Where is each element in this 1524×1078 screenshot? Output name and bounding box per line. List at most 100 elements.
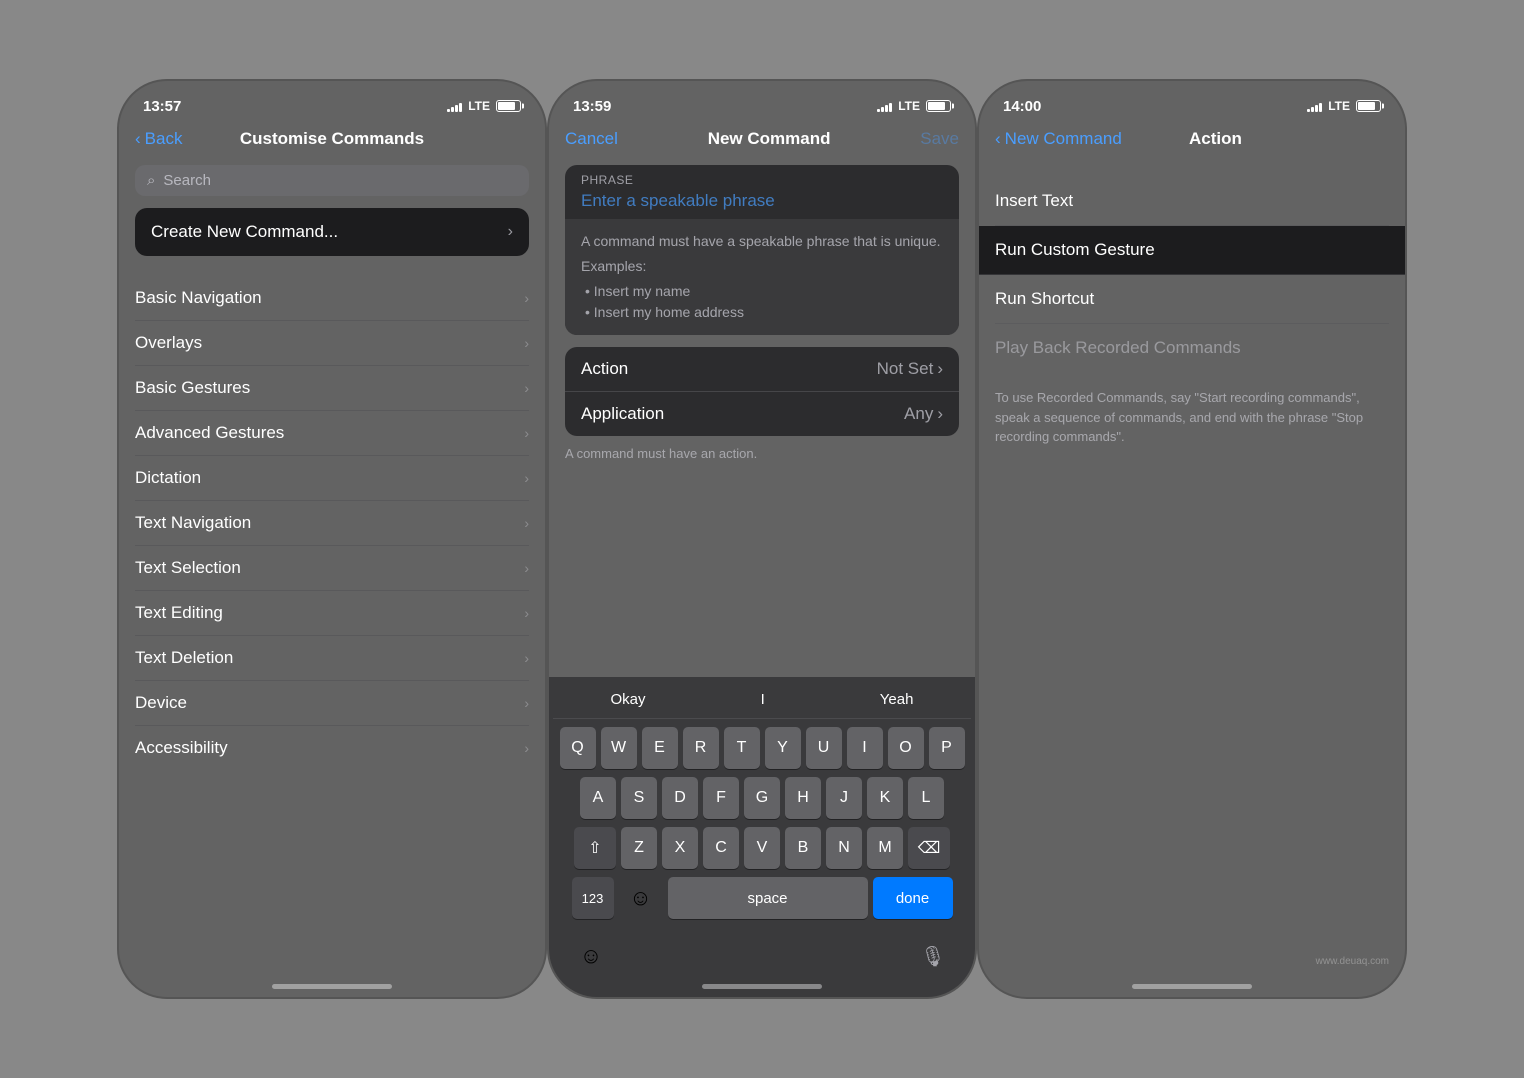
key-i[interactable]: I bbox=[847, 727, 883, 769]
key-numbers[interactable]: 123 bbox=[572, 877, 614, 919]
back-button-3[interactable]: ‹ New Command bbox=[995, 129, 1122, 149]
list-item-advanced-gestures[interactable]: Advanced Gestures › bbox=[135, 411, 529, 456]
status-icons-1: LTE bbox=[447, 99, 521, 113]
key-n[interactable]: N bbox=[826, 827, 862, 869]
nav-title-1: Customise Commands bbox=[240, 129, 424, 149]
list-item-dictation[interactable]: Dictation › bbox=[135, 456, 529, 501]
keyboard: Okay I Yeah Q W E R T Y U I O P A S D F bbox=[549, 677, 975, 997]
action-item-run-shortcut-label: Run Shortcut bbox=[995, 289, 1094, 308]
phrase-input-placeholder: Enter a speakable phrase bbox=[581, 191, 775, 210]
key-emoji[interactable]: ☺ bbox=[619, 877, 663, 919]
key-x[interactable]: X bbox=[662, 827, 698, 869]
key-d[interactable]: D bbox=[662, 777, 698, 819]
mic-icon[interactable]: 🎙 bbox=[911, 935, 955, 977]
key-j[interactable]: J bbox=[826, 777, 862, 819]
phrase-label: PHRASE bbox=[565, 165, 959, 191]
nav-bar-1: ‹ Back Customise Commands bbox=[119, 125, 545, 157]
key-y[interactable]: Y bbox=[765, 727, 801, 769]
key-v[interactable]: V bbox=[744, 827, 780, 869]
action-error-message: A command must have an action. bbox=[565, 438, 959, 461]
suggestion-i[interactable]: I bbox=[761, 691, 765, 708]
list-item-basic-gestures[interactable]: Basic Gestures › bbox=[135, 366, 529, 411]
list-label-basic-navigation: Basic Navigation bbox=[135, 288, 262, 308]
key-m[interactable]: M bbox=[867, 827, 903, 869]
action-item-insert-text-label: Insert Text bbox=[995, 191, 1073, 210]
action-value-text: Not Set bbox=[877, 359, 934, 379]
action-item-insert-text[interactable]: Insert Text bbox=[995, 177, 1389, 226]
back-label-1: Back bbox=[145, 129, 183, 149]
list-item-text-deletion[interactable]: Text Deletion › bbox=[135, 636, 529, 681]
home-indicator-3 bbox=[1132, 984, 1252, 989]
list-chevron-text-selection: › bbox=[524, 560, 529, 576]
key-z[interactable]: Z bbox=[621, 827, 657, 869]
list-item-text-selection[interactable]: Text Selection › bbox=[135, 546, 529, 591]
key-h[interactable]: H bbox=[785, 777, 821, 819]
list-item-overlays[interactable]: Overlays › bbox=[135, 321, 529, 366]
key-g[interactable]: G bbox=[744, 777, 780, 819]
key-o[interactable]: O bbox=[888, 727, 924, 769]
phrase-input[interactable]: Enter a speakable phrase bbox=[565, 191, 959, 219]
key-r[interactable]: R bbox=[683, 727, 719, 769]
list-item-text-editing[interactable]: Text Editing › bbox=[135, 591, 529, 636]
action-item-run-custom-gesture[interactable]: Run Custom Gesture bbox=[979, 226, 1405, 275]
back-chevron-3: ‹ bbox=[995, 129, 1001, 149]
battery-icon-1 bbox=[496, 100, 521, 112]
nav-title-2: New Command bbox=[708, 129, 831, 149]
back-button-1[interactable]: ‹ Back bbox=[135, 129, 182, 149]
list-label-text-deletion: Text Deletion bbox=[135, 648, 233, 668]
key-u[interactable]: U bbox=[806, 727, 842, 769]
list-item-text-navigation[interactable]: Text Navigation › bbox=[135, 501, 529, 546]
signal-icon-2 bbox=[877, 101, 892, 112]
key-k[interactable]: K bbox=[867, 777, 903, 819]
action-item-playback[interactable]: Play Back Recorded Commands bbox=[995, 324, 1389, 372]
phone-2: 13:59 LTE Cancel New Command Save PHRASE bbox=[547, 79, 977, 999]
status-bar-1: 13:57 LTE bbox=[119, 81, 545, 125]
key-c[interactable]: C bbox=[703, 827, 739, 869]
list-label-text-editing: Text Editing bbox=[135, 603, 223, 623]
suggestion-okay[interactable]: Okay bbox=[611, 691, 646, 708]
action-item-run-shortcut[interactable]: Run Shortcut bbox=[995, 275, 1389, 324]
key-done[interactable]: done bbox=[873, 877, 953, 919]
create-command-button[interactable]: Create New Command... › bbox=[135, 208, 529, 256]
key-shift[interactable]: ⇧ bbox=[574, 827, 616, 869]
key-b[interactable]: B bbox=[785, 827, 821, 869]
save-button[interactable]: Save bbox=[920, 129, 959, 149]
key-p[interactable]: P bbox=[929, 727, 965, 769]
list-item-device[interactable]: Device › bbox=[135, 681, 529, 726]
key-delete[interactable]: ⌫ bbox=[908, 827, 950, 869]
back-label-3: New Command bbox=[1005, 129, 1122, 149]
list-label-device: Device bbox=[135, 693, 187, 713]
key-f[interactable]: F bbox=[703, 777, 739, 819]
application-label: Application bbox=[581, 404, 664, 424]
lte-label-1: LTE bbox=[468, 99, 490, 113]
action-list-3: Insert Text Run Custom Gesture Run Short… bbox=[979, 177, 1405, 372]
application-row-inner[interactable]: Application Any › bbox=[565, 392, 959, 436]
list-label-dictation: Dictation bbox=[135, 468, 201, 488]
action-description: To use Recorded Commands, say "Start rec… bbox=[979, 372, 1405, 463]
key-e[interactable]: E bbox=[642, 727, 678, 769]
list-chevron-text-navigation: › bbox=[524, 515, 529, 531]
key-space[interactable]: space bbox=[668, 877, 868, 919]
status-bar-3: 14:00 LTE bbox=[979, 81, 1405, 125]
key-t[interactable]: T bbox=[724, 727, 760, 769]
back-chevron-1: ‹ bbox=[135, 129, 141, 149]
cancel-button[interactable]: Cancel bbox=[565, 129, 618, 149]
search-bar-1[interactable]: ⌕ Search bbox=[135, 165, 529, 196]
key-w[interactable]: W bbox=[601, 727, 637, 769]
keyboard-row-1: Q W E R T Y U I O P bbox=[553, 727, 971, 769]
nav-title-3: Action bbox=[1189, 129, 1242, 149]
status-icons-3: LTE bbox=[1307, 99, 1381, 113]
key-a[interactable]: A bbox=[580, 777, 616, 819]
key-l[interactable]: L bbox=[908, 777, 944, 819]
list-chevron-basic-gestures: › bbox=[524, 380, 529, 396]
phone-3: 14:00 LTE ‹ New Command Action bbox=[977, 79, 1407, 999]
keyboard-row-3: ⇧ Z X C V B N M ⌫ bbox=[553, 827, 971, 869]
key-s[interactable]: S bbox=[621, 777, 657, 819]
action-row-inner[interactable]: Action Not Set › bbox=[565, 347, 959, 392]
action-row: Action Not Set › Application Any › bbox=[565, 347, 959, 436]
list-item-basic-navigation[interactable]: Basic Navigation › bbox=[135, 276, 529, 321]
suggestion-yeah[interactable]: Yeah bbox=[880, 691, 914, 708]
emoji-icon[interactable]: ☺ bbox=[569, 935, 613, 977]
key-q[interactable]: Q bbox=[560, 727, 596, 769]
list-item-accessibility[interactable]: Accessibility › bbox=[135, 726, 529, 770]
